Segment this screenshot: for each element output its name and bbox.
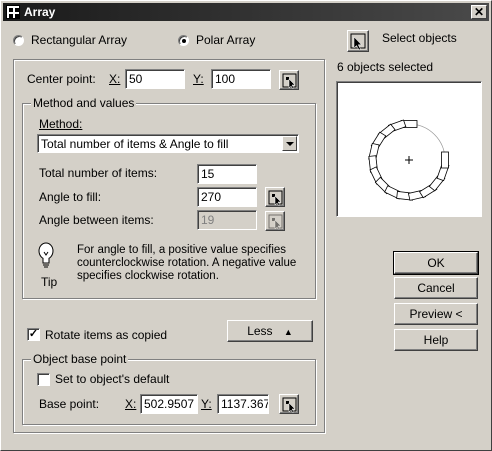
pick-center-point-button[interactable]: [279, 70, 299, 90]
select-objects-label[interactable]: Select objects: [382, 31, 457, 45]
pick-angle-icon: [268, 190, 283, 206]
pick-base-point-button[interactable]: [279, 394, 299, 414]
center-y-input[interactable]: 100: [211, 69, 271, 89]
angle-fill-input[interactable]: 270: [197, 187, 257, 207]
set-default-label[interactable]: Set to object's default: [55, 372, 169, 386]
rotate-items-checkbox[interactable]: ✓: [27, 328, 40, 341]
rectangular-array-radio[interactable]: [13, 35, 24, 46]
array-dialog: Array ✕ Rectangular Array Polar Array Ce…: [0, 0, 492, 451]
help-button[interactable]: Help: [394, 329, 478, 351]
object-base-point-title: Object base point: [31, 352, 129, 366]
method-values-group-title: Method and values: [31, 96, 137, 110]
select-objects-icon: [350, 33, 366, 51]
angle-between-label: Angle between items:: [39, 213, 154, 227]
total-items-label: Total number of items:: [39, 166, 158, 180]
select-objects-button[interactable]: [347, 30, 369, 52]
center-y-label: Y:: [193, 72, 204, 86]
pick-angle-between-button: [265, 211, 285, 231]
window-title: Array: [24, 5, 56, 19]
polar-array-radio[interactable]: [178, 35, 189, 46]
chevron-down-icon[interactable]: [282, 136, 297, 151]
preview-button[interactable]: Preview <: [394, 303, 478, 325]
array-preview: [336, 81, 482, 217]
center-x-label: X:: [109, 72, 121, 86]
pick-point-icon: [282, 73, 297, 89]
title-bar[interactable]: Array ✕: [3, 3, 489, 21]
set-default-checkbox[interactable]: [37, 373, 50, 386]
ok-button[interactable]: OK: [393, 251, 479, 275]
method-dropdown[interactable]: Total number of items & Angle to fill: [37, 134, 299, 153]
base-y-input[interactable]: 1137.367: [217, 394, 269, 414]
pick-point-icon: [282, 397, 297, 413]
base-y-label: Y:: [201, 397, 212, 411]
close-button[interactable]: ✕: [471, 5, 487, 19]
tip-label: Tip: [41, 275, 58, 289]
center-point-label: Center point:: [27, 72, 96, 86]
angle-between-input: 19: [197, 210, 257, 230]
center-x-input[interactable]: 50: [125, 69, 185, 89]
rotate-items-label[interactable]: Rotate items as copied: [45, 328, 167, 342]
preview-canvas: [368, 119, 450, 201]
angle-fill-label: Angle to fill:: [39, 190, 102, 204]
base-x-input[interactable]: 502.9507: [140, 394, 198, 414]
object-base-point-group: [22, 359, 316, 425]
polar-array-label[interactable]: Polar Array: [196, 33, 255, 47]
pick-angle-icon: [268, 214, 283, 230]
preview-item: [441, 151, 449, 169]
selection-status: 6 objects selected: [337, 60, 434, 74]
tip-text: For angle to fill, a positive value spec…: [77, 244, 297, 282]
pick-angle-fill-button[interactable]: [265, 187, 285, 207]
cancel-button[interactable]: Cancel: [394, 277, 478, 299]
less-button-label: Less: [247, 324, 273, 338]
rectangular-array-label[interactable]: Rectangular Array: [31, 33, 127, 47]
less-button[interactable]: Less ▲: [227, 320, 313, 342]
total-items-input[interactable]: 15: [197, 164, 257, 184]
method-label: Method:: [39, 117, 83, 131]
array-app-icon: [6, 5, 20, 19]
base-point-label: Base point:: [39, 397, 100, 411]
method-selected-value: Total number of items & Angle to fill: [41, 137, 229, 151]
base-x-label: X:: [125, 397, 137, 411]
double-up-arrow-icon: ▲: [283, 327, 293, 337]
lightbulb-icon: [38, 242, 54, 268]
